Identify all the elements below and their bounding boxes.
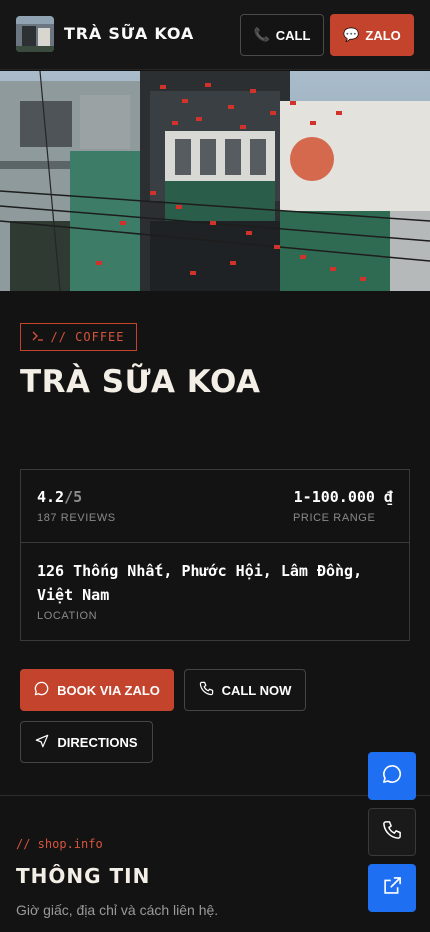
floating-chat-button[interactable] (368, 752, 416, 800)
shop-logo[interactable] (16, 16, 54, 52)
terminal-prompt-icon (32, 330, 44, 344)
section-description: Giờ giấc, địa chỉ và cách liên hệ. (16, 902, 219, 918)
header-zalo-button[interactable]: 💬 ZALO (330, 14, 414, 56)
chat-bubble-icon (382, 764, 402, 789)
review-count: 187 REVIEWS (37, 512, 116, 524)
phone-icon (199, 681, 214, 699)
category-tag: // COFFEE (20, 323, 137, 351)
navigation-arrow-icon (35, 734, 49, 751)
external-link-icon (382, 876, 402, 901)
floating-external-link-button[interactable] (368, 864, 416, 912)
chat-bubble-icon: 💬 (343, 27, 360, 42)
chat-bubble-icon (34, 681, 49, 699)
rating: 4.2/5 (37, 488, 82, 506)
section-divider (0, 795, 430, 796)
brand-name: TRÀ SỮA KOA (64, 24, 195, 43)
category-label: // COFFEE (50, 330, 125, 344)
rating-out-of: /5 (64, 488, 83, 506)
price-range-label: PRICE RANGE (293, 512, 376, 524)
floating-call-button[interactable] (368, 808, 416, 856)
directions-button[interactable]: DIRECTIONS (20, 721, 153, 763)
section-tag: // shop.info (16, 837, 103, 851)
call-now-button[interactable]: CALL NOW (184, 669, 306, 711)
hero-image (0, 71, 430, 291)
book-via-zalo-label: BOOK VIA ZALO (57, 682, 160, 698)
price-range: 1-100.000 ₫ (293, 488, 393, 506)
address: 126 Thống Nhất, Phước Hội, Lâm Đồng, Việ… (37, 562, 363, 604)
shop-title: TRÀ SỮA KOA (20, 364, 261, 400)
directions-label: DIRECTIONS (57, 734, 138, 750)
info-card: 4.2/5 187 REVIEWS 1-100.000 ₫ PRICE RANG… (20, 469, 410, 641)
location-label: LOCATION (37, 610, 98, 622)
book-via-zalo-button[interactable]: BOOK VIA ZALO (20, 669, 174, 711)
rating-value: 4.2 (37, 488, 65, 506)
phone-icon (382, 820, 402, 845)
rating-price-row: 4.2/5 187 REVIEWS 1-100.000 ₫ PRICE RANG… (21, 470, 409, 543)
header-call-label: CALL (275, 27, 311, 43)
top-bar: TRÀ SỮA KOA 📞 CALL 💬 ZALO (0, 0, 430, 70)
call-now-label: CALL NOW (221, 682, 292, 698)
phone-icon: 📞 (253, 27, 270, 42)
header-call-button[interactable]: 📞 CALL (240, 14, 324, 56)
header-zalo-label: ZALO (365, 27, 401, 43)
section-title: THÔNG TIN (16, 864, 151, 888)
